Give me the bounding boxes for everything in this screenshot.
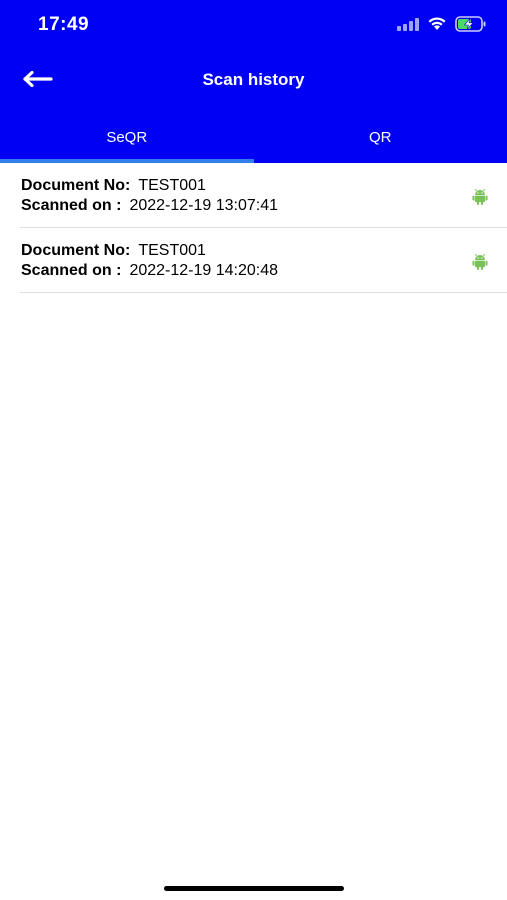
document-row: Document No: TEST001 bbox=[21, 242, 206, 260]
document-value: TEST001 bbox=[138, 177, 206, 194]
list-item[interactable]: Document No: TEST001 Scanned on : 2022-12-… bbox=[20, 228, 507, 293]
scanned-label: Scanned on : bbox=[21, 262, 122, 279]
nav-bar: Scan history bbox=[0, 58, 507, 104]
tab-qr[interactable]: QR bbox=[254, 114, 507, 163]
document-row: Document No: TEST001 bbox=[21, 177, 206, 195]
battery-charging-icon bbox=[455, 15, 487, 37]
scanned-value: 2022-12-19 14:20:48 bbox=[129, 262, 279, 279]
app-header: 17:49 Scan history SeQR QR bbox=[0, 0, 507, 163]
tab-bar: SeQR QR bbox=[0, 114, 507, 163]
home-indicator[interactable] bbox=[164, 886, 344, 891]
status-time: 17:49 bbox=[38, 14, 90, 35]
status-bar: 17:49 bbox=[0, 0, 507, 50]
android-icon bbox=[472, 188, 488, 206]
tab-seqr[interactable]: SeQR bbox=[0, 114, 254, 163]
document-value: TEST001 bbox=[138, 242, 206, 259]
scanned-row: Scanned on : 2022-12-19 13:07:41 bbox=[21, 197, 278, 215]
scanned-value: 2022-12-19 13:07:41 bbox=[129, 197, 279, 214]
tab-seqr-label: SeQR bbox=[106, 129, 148, 146]
scanned-row: Scanned on : 2022-12-19 14:20:48 bbox=[21, 262, 278, 280]
status-icons bbox=[397, 15, 487, 37]
list-item[interactable]: Document No: TEST001 Scanned on : 2022-12-… bbox=[20, 163, 507, 228]
android-icon bbox=[472, 253, 488, 271]
tab-qr-label: QR bbox=[369, 129, 392, 146]
signal-bars-icon bbox=[397, 17, 419, 36]
scanned-label: Scanned on : bbox=[21, 197, 122, 214]
page-title: Scan history bbox=[202, 70, 305, 89]
document-label: Document No: bbox=[21, 177, 131, 194]
document-label: Document No: bbox=[21, 242, 131, 259]
wifi-icon bbox=[427, 16, 447, 36]
scan-history-list: Document No: TEST001 Scanned on : 2022-12-… bbox=[20, 163, 507, 293]
